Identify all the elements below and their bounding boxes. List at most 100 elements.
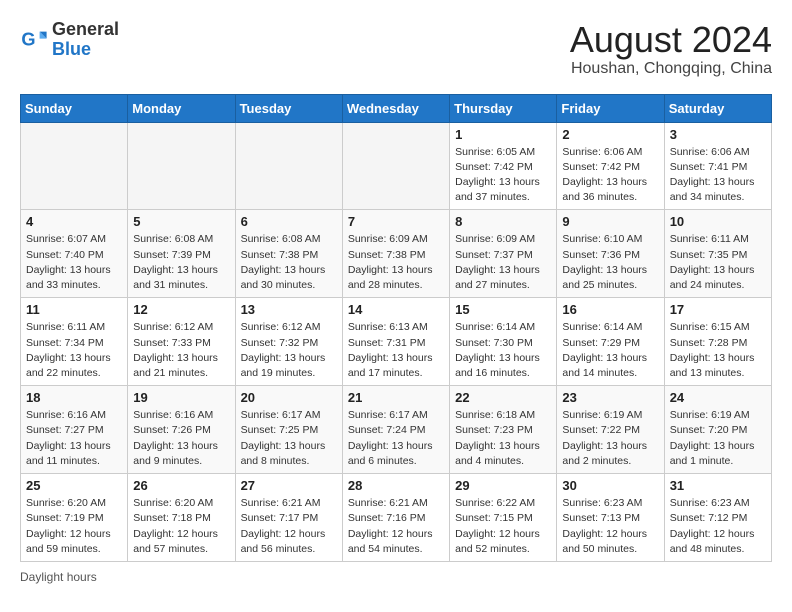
day-info: Sunrise: 6:14 AM Sunset: 7:30 PM Dayligh… (455, 320, 551, 381)
daylight-label: Daylight hours (20, 570, 97, 584)
logo-icon: G (20, 26, 48, 54)
calendar-cell: 29 Sunrise: 6:22 AM Sunset: 7:15 PM Dayli… (450, 474, 557, 562)
weekday-header-friday: Friday (557, 94, 664, 122)
logo: G General Blue (20, 20, 119, 60)
calendar-cell (235, 122, 342, 210)
day-info: Sunrise: 6:09 AM Sunset: 7:38 PM Dayligh… (348, 232, 444, 293)
calendar-cell: 2Sunrise: 6:06 AM Sunset: 7:42 PM Daylig… (557, 122, 664, 210)
calendar-cell: 31Sunrise: 6:23 AM Sunset: 7:12 PM Dayli… (664, 474, 771, 562)
weekday-header-sunday: Sunday (21, 94, 128, 122)
day-number: 29 (455, 478, 551, 493)
day-info: Sunrise: 6:21 AM Sunset: 7:17 PM Dayligh… (241, 496, 337, 557)
day-info: Sunrise: 6:08 AM Sunset: 7:39 PM Dayligh… (133, 232, 229, 293)
weekday-header-monday: Monday (128, 94, 235, 122)
day-info: Sunrise: 6:21 AM Sunset: 7:16 PM Dayligh… (348, 496, 444, 557)
day-number: 19 (133, 390, 229, 405)
day-info: Sunrise: 6:12 AM Sunset: 7:32 PM Dayligh… (241, 320, 337, 381)
weekday-header-thursday: Thursday (450, 94, 557, 122)
page-header: G General Blue August 2024 Houshan, Chon… (20, 20, 772, 78)
calendar-cell: 24Sunrise: 6:19 AM Sunset: 7:20 PM Dayli… (664, 386, 771, 474)
day-info: Sunrise: 6:05 AM Sunset: 7:42 PM Dayligh… (455, 145, 551, 206)
day-number: 3 (670, 127, 766, 142)
day-number: 7 (348, 214, 444, 229)
day-number: 16 (562, 302, 658, 317)
day-info: Sunrise: 6:17 AM Sunset: 7:25 PM Dayligh… (241, 408, 337, 469)
day-number: 31 (670, 478, 766, 493)
day-number: 25 (26, 478, 122, 493)
day-info: Sunrise: 6:11 AM Sunset: 7:35 PM Dayligh… (670, 232, 766, 293)
calendar-cell (128, 122, 235, 210)
calendar-cell: 10 Sunrise: 6:11 AM Sunset: 7:35 PM Dayli… (664, 210, 771, 298)
weekday-header-wednesday: Wednesday (342, 94, 449, 122)
day-number: 17 (670, 302, 766, 317)
day-number: 8 (455, 214, 551, 229)
day-info: Sunrise: 6:09 AM Sunset: 7:37 PM Dayligh… (455, 232, 551, 293)
day-info: Sunrise: 6:14 AM Sunset: 7:29 PM Dayligh… (562, 320, 658, 381)
calendar-cell: 6 Sunrise: 6:08 AM Sunset: 7:38 PM Daylig… (235, 210, 342, 298)
day-info: Sunrise: 6:22 AM Sunset: 7:15 PM Dayligh… (455, 496, 551, 557)
title-area: August 2024 Houshan, Chongqing, China (570, 20, 772, 78)
day-info: Sunrise: 6:08 AM Sunset: 7:38 PM Dayligh… (241, 232, 337, 293)
day-info: Sunrise: 6:06 AM Sunset: 7:41 PM Dayligh… (670, 145, 766, 206)
calendar-cell: 17 Sunrise: 6:15 AM Sunset: 7:28 PM Dayli… (664, 298, 771, 386)
calendar-cell: 15 Sunrise: 6:14 AM Sunset: 7:30 PM Dayli… (450, 298, 557, 386)
calendar-cell: 11Sunrise: 6:11 AM Sunset: 7:34 PM Dayli… (21, 298, 128, 386)
calendar-cell: 8 Sunrise: 6:09 AM Sunset: 7:37 PM Daylig… (450, 210, 557, 298)
calendar-cell: 23 Sunrise: 6:19 AM Sunset: 7:22 PM Dayli… (557, 386, 664, 474)
day-number: 6 (241, 214, 337, 229)
day-number: 18 (26, 390, 122, 405)
calendar-title: August 2024 (570, 20, 772, 60)
calendar-cell: 18Sunrise: 6:16 AM Sunset: 7:27 PM Dayli… (21, 386, 128, 474)
day-info: Sunrise: 6:19 AM Sunset: 7:20 PM Dayligh… (670, 408, 766, 469)
calendar-cell (21, 122, 128, 210)
calendar-cell: 26Sunrise: 6:20 AM Sunset: 7:18 PM Dayli… (128, 474, 235, 562)
calendar-week-2: 4 Sunrise: 6:07 AM Sunset: 7:40 PM Daylig… (21, 210, 772, 298)
calendar-cell: 5 Sunrise: 6:08 AM Sunset: 7:39 PM Daylig… (128, 210, 235, 298)
day-number: 12 (133, 302, 229, 317)
weekday-header-tuesday: Tuesday (235, 94, 342, 122)
day-info: Sunrise: 6:10 AM Sunset: 7:36 PM Dayligh… (562, 232, 658, 293)
weekday-header-saturday: Saturday (664, 94, 771, 122)
day-number: 13 (241, 302, 337, 317)
day-number: 9 (562, 214, 658, 229)
calendar-cell: 19Sunrise: 6:16 AM Sunset: 7:26 PM Dayli… (128, 386, 235, 474)
footer-note: Daylight hours (20, 570, 772, 584)
day-info: Sunrise: 6:15 AM Sunset: 7:28 PM Dayligh… (670, 320, 766, 381)
day-number: 5 (133, 214, 229, 229)
calendar-week-5: 25Sunrise: 6:20 AM Sunset: 7:19 PM Dayli… (21, 474, 772, 562)
day-number: 15 (455, 302, 551, 317)
day-info: Sunrise: 6:20 AM Sunset: 7:18 PM Dayligh… (133, 496, 229, 557)
calendar-cell: 22 Sunrise: 6:18 AM Sunset: 7:23 PM Dayli… (450, 386, 557, 474)
day-number: 10 (670, 214, 766, 229)
calendar-cell (342, 122, 449, 210)
calendar-subtitle: Houshan, Chongqing, China (570, 60, 772, 78)
logo-blue-text: Blue (52, 40, 119, 60)
svg-text:G: G (21, 29, 35, 49)
calendar-cell: 25Sunrise: 6:20 AM Sunset: 7:19 PM Dayli… (21, 474, 128, 562)
day-info: Sunrise: 6:13 AM Sunset: 7:31 PM Dayligh… (348, 320, 444, 381)
day-number: 1 (455, 127, 551, 142)
calendar-cell: 1 Sunrise: 6:05 AM Sunset: 7:42 PM Daylig… (450, 122, 557, 210)
calendar-cell: 28 Sunrise: 6:21 AM Sunset: 7:16 PM Dayli… (342, 474, 449, 562)
weekday-header-row: SundayMondayTuesdayWednesdayThursdayFrid… (21, 94, 772, 122)
day-info: Sunrise: 6:12 AM Sunset: 7:33 PM Dayligh… (133, 320, 229, 381)
calendar-cell: 4 Sunrise: 6:07 AM Sunset: 7:40 PM Daylig… (21, 210, 128, 298)
day-number: 27 (241, 478, 337, 493)
calendar-cell: 20 Sunrise: 6:17 AM Sunset: 7:25 PM Dayli… (235, 386, 342, 474)
calendar-table: SundayMondayTuesdayWednesdayThursdayFrid… (20, 94, 772, 562)
day-number: 22 (455, 390, 551, 405)
day-info: Sunrise: 6:19 AM Sunset: 7:22 PM Dayligh… (562, 408, 658, 469)
day-number: 4 (26, 214, 122, 229)
logo-general-text: General (52, 20, 119, 40)
calendar-cell: 16 Sunrise: 6:14 AM Sunset: 7:29 PM Dayli… (557, 298, 664, 386)
day-number: 20 (241, 390, 337, 405)
day-number: 28 (348, 478, 444, 493)
day-info: Sunrise: 6:18 AM Sunset: 7:23 PM Dayligh… (455, 408, 551, 469)
day-info: Sunrise: 6:06 AM Sunset: 7:42 PM Dayligh… (562, 145, 658, 206)
calendar-week-4: 18Sunrise: 6:16 AM Sunset: 7:27 PM Dayli… (21, 386, 772, 474)
day-number: 21 (348, 390, 444, 405)
day-info: Sunrise: 6:07 AM Sunset: 7:40 PM Dayligh… (26, 232, 122, 293)
calendar-week-1: 1 Sunrise: 6:05 AM Sunset: 7:42 PM Daylig… (21, 122, 772, 210)
day-number: 23 (562, 390, 658, 405)
calendar-week-3: 11Sunrise: 6:11 AM Sunset: 7:34 PM Dayli… (21, 298, 772, 386)
